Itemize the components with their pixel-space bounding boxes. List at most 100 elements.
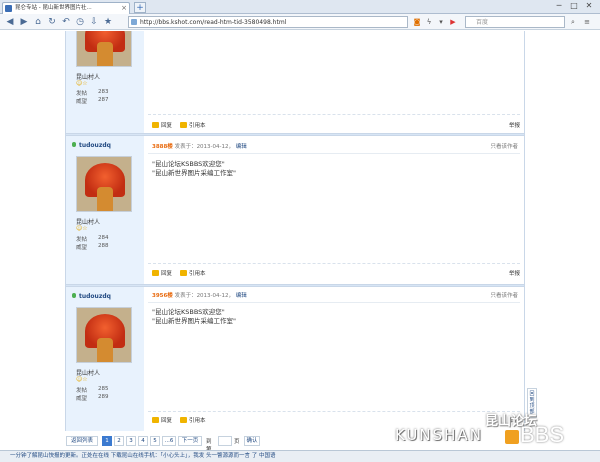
back-to-list-button[interactable]: 返回列表 <box>66 436 98 446</box>
rep-label: 威望 <box>76 99 88 105</box>
post-line-2: "昆山新世界图片采编工作室" <box>152 169 236 177</box>
back-arrow-icon[interactable]: ◀ <box>4 16 16 28</box>
rep-value: 287 <box>98 97 109 103</box>
rss-icon[interactable]: ◙ <box>412 17 422 27</box>
report-button[interactable]: 举报 <box>509 269 520 277</box>
page-1-button[interactable]: 1 <box>102 436 112 446</box>
tab-bar: 昆仑专站 - 昆山新世界图片社... × + ─ □ ✕ <box>0 0 600 14</box>
rank-stars-icon: ☺☆ <box>76 376 88 383</box>
avatar[interactable] <box>76 156 132 212</box>
rep-value: 289 <box>98 394 109 400</box>
avatar[interactable] <box>76 31 132 67</box>
username[interactable]: tudouzdq <box>72 293 111 300</box>
person-image <box>97 338 113 362</box>
reply-icon <box>152 122 159 128</box>
menu-icon[interactable]: ≡ <box>582 17 592 27</box>
post-body: 3888楼 发表于：2013-04-12， 编辑 只看该作者 "昆山论坛KSBB… <box>144 136 524 284</box>
post-header: 3956楼 发表于：2013-04-12， 编辑 只看该作者 <box>152 291 524 300</box>
edit-link[interactable]: 编辑 <box>236 293 247 299</box>
browser-tab[interactable]: 昆仑专站 - 昆山新世界图片社... × <box>2 2 130 14</box>
page-4-button[interactable]: 4 <box>138 436 148 446</box>
quote-button[interactable]: 引用本 <box>180 121 206 129</box>
post-body: 回复 引用本 举报 <box>144 31 524 133</box>
undo-icon[interactable]: ↶ <box>60 16 72 28</box>
reply-label: 回复 <box>161 418 173 424</box>
browser-toolbar: ◀ ▶ ⌂ ↻ ↶ ◷ ⇩ ★ http://bbs.kshot.com/rea… <box>0 14 600 30</box>
confirm-button[interactable]: 确认 <box>244 436 260 446</box>
reply-button[interactable]: 回复 <box>152 121 172 129</box>
favicon-icon <box>5 5 12 12</box>
status-bar: 一分钟了解昆山快报的更新。正处在在线 下载昆山在线手机：「小心头上」，我发 头一… <box>0 450 600 462</box>
edit-link[interactable]: 编辑 <box>236 144 247 150</box>
reputation-count: 威望 287 <box>76 97 136 105</box>
reply-icon <box>152 270 159 276</box>
quote-label: 引用本 <box>189 271 206 277</box>
minimize-button[interactable]: ─ <box>552 1 566 10</box>
only-author-link[interactable]: 只看该作者 <box>490 291 518 299</box>
only-author-link[interactable]: 只看该作者 <box>490 142 518 150</box>
quote-button[interactable]: 引用本 <box>180 269 206 277</box>
post-sidebar: tudouzdq 昆山村人 ☺☆ 发帖 285 威望 289 <box>66 287 144 431</box>
address-bar[interactable]: http://bbs.kshot.com/read-htm-tid-358049… <box>128 16 408 28</box>
posts-value: 285 <box>98 386 109 392</box>
refresh-icon[interactable]: ↻ <box>46 16 58 28</box>
posts-count: 发帖 284 <box>76 235 136 243</box>
page-last-button[interactable]: ...6 <box>162 436 176 446</box>
reply-button[interactable]: 回复 <box>152 269 172 277</box>
close-tab-icon[interactable]: × <box>121 3 127 14</box>
history-icon[interactable]: ◷ <box>74 16 86 28</box>
divider <box>148 114 520 115</box>
site-watermark: 昆山论坛 KUNSHAN BBS <box>395 410 595 450</box>
lightning-icon[interactable]: ϟ <box>424 17 434 27</box>
reply-label: 回复 <box>161 271 173 277</box>
page-2-button[interactable]: 2 <box>114 436 124 446</box>
rep-label: 威望 <box>76 396 88 402</box>
play-icon[interactable]: ▶ <box>448 17 458 27</box>
reply-label: 回复 <box>161 123 173 129</box>
next-page-button[interactable]: 下一页 <box>178 436 202 446</box>
search-input[interactable]: 百度 <box>465 16 565 28</box>
forward-arrow-icon[interactable]: ▶ <box>18 16 30 28</box>
page-icon <box>131 19 137 25</box>
online-icon <box>72 293 76 298</box>
person-image <box>97 42 113 66</box>
page-3-button[interactable]: 3 <box>126 436 136 446</box>
close-window-button[interactable]: ✕ <box>582 1 596 10</box>
post-line-1: "昆山论坛KSBBS欢迎您" <box>152 160 225 168</box>
username-text: tudouzdq <box>79 142 111 149</box>
rank-stars-icon: ☺☆ <box>76 80 88 87</box>
posts-value: 283 <box>98 89 109 95</box>
download-icon[interactable]: ⇩ <box>88 16 100 28</box>
report-button[interactable]: 举报 <box>509 121 520 129</box>
search-icon[interactable]: ⌕ <box>568 17 578 27</box>
star-icon[interactable]: ★ <box>102 16 114 28</box>
quote-label: 引用本 <box>189 123 206 129</box>
quote-icon <box>180 270 187 276</box>
goto-unit: 页 <box>234 439 240 445</box>
watermark-bbs: BBS <box>520 422 565 447</box>
post-footer: 回复 引用本 举报 <box>152 121 522 131</box>
quote-icon <box>180 122 187 128</box>
quote-label: 引用本 <box>189 418 206 424</box>
goto-page-input[interactable] <box>218 436 232 446</box>
reply-button[interactable]: 回复 <box>152 416 172 424</box>
home-icon[interactable]: ⌂ <box>32 16 44 28</box>
page-5-button[interactable]: 5 <box>150 436 160 446</box>
username[interactable]: tudouzdq <box>72 142 111 149</box>
avatar[interactable] <box>76 307 132 363</box>
status-text: 一分钟了解昆山快报的更新。正处在在线 下载昆山在线手机：「小心头上」，我发 头一… <box>10 453 276 459</box>
floor-number: 3888楼 <box>152 144 173 150</box>
person-image <box>97 187 113 211</box>
maximize-button[interactable]: □ <box>567 1 581 10</box>
divider <box>148 263 520 264</box>
post-footer: 回复 引用本 举报 <box>152 269 522 279</box>
post-header: 3888楼 发表于：2013-04-12， 编辑 只看该作者 <box>152 142 524 151</box>
page-content: 昆山村人 ☺☆ 发帖 283 威望 287 回复 引用本 举报 tudouzdq… <box>0 31 600 431</box>
rep-label: 威望 <box>76 245 88 251</box>
dropdown-icon[interactable]: ▾ <box>436 17 446 27</box>
quote-button[interactable]: 引用本 <box>180 416 206 424</box>
header-divider <box>148 153 520 154</box>
post-sidebar: 昆山村人 ☺☆ 发帖 283 威望 287 <box>66 31 144 133</box>
post-date: 发表于：2013-04-12， <box>174 293 235 299</box>
new-tab-button[interactable]: + <box>134 2 146 13</box>
